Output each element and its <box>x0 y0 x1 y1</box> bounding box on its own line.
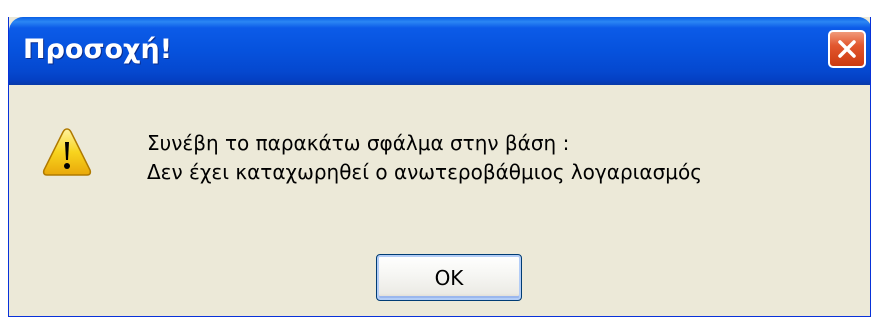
close-icon <box>838 40 856 58</box>
message-line-2: Δεν έχει καταχωρηθεί ο ανωτεροβάθμιος λο… <box>147 160 702 184</box>
dialog-body: Συνέβη το παρακάτω σφάλμα στην βάση : Δε… <box>9 85 870 316</box>
warning-icon <box>42 128 92 176</box>
message-line-1: Συνέβη το παρακάτω σφάλμα στην βάση : <box>147 131 570 155</box>
ok-button[interactable]: OK <box>376 254 522 301</box>
dialog-window: Προσοχή! Συνέβη το παρακάτω σφάλμα στην … <box>8 17 871 317</box>
title-bar[interactable]: Προσοχή! <box>9 17 870 85</box>
dialog-title: Προσοχή! <box>23 34 173 65</box>
error-message: Συνέβη το παρακάτω σφάλμα στην βάση : Δε… <box>147 129 702 187</box>
close-button[interactable] <box>828 30 866 68</box>
